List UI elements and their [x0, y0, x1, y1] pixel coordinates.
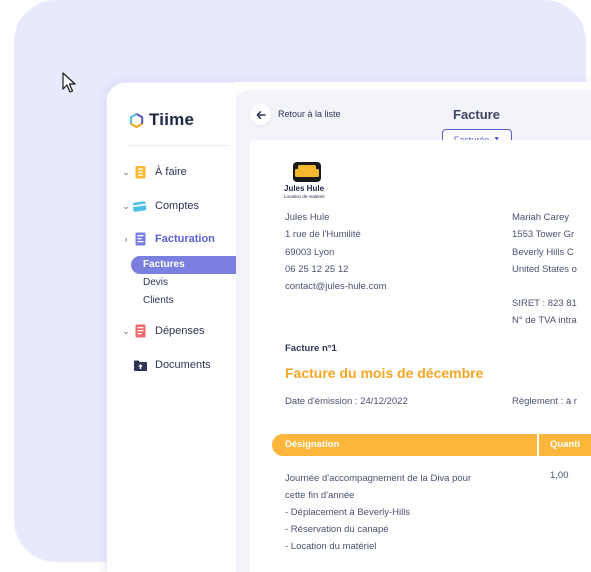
main-panel: Retour à la liste Facture Facturée ▼ Jul… — [236, 90, 591, 572]
sidebar-subitem-clients[interactable]: Clients — [131, 292, 239, 310]
table-header: Désignation Quanti — [272, 434, 591, 456]
column-header-designation: Désignation — [285, 439, 340, 450]
sidebar: Tiime ⌄ À faire ⌄ Comptes › Facturation … — [106, 82, 239, 572]
chevron-down-icon: ⌄ — [122, 325, 130, 336]
mouse-cursor-icon — [62, 72, 76, 93]
description-line: Journée d'accompagnement de la Diva pour — [285, 473, 472, 484]
app-name: Tiime — [149, 110, 195, 129]
invoice-number: Facture n°1 — [285, 343, 337, 354]
recipient-address: Mariah Carey 1553 Tower Gr Beverly Hills… — [512, 209, 577, 278]
payment-terms: Règlement : à r — [512, 396, 577, 407]
app-window: Tiime ⌄ À faire ⌄ Comptes › Facturation … — [106, 82, 591, 572]
recipient-country: United States o — [512, 263, 577, 275]
description-line: - Location du matériel — [285, 541, 377, 552]
chevron-right-icon: › — [124, 234, 128, 244]
folder-icon — [133, 358, 147, 372]
arrow-left-icon — [256, 110, 266, 119]
sidebar-item-a-faire[interactable]: ⌄ À faire — [121, 163, 187, 181]
sidebar-item-comptes[interactable]: ⌄ Comptes — [121, 197, 199, 215]
tiime-logo-icon — [129, 112, 144, 128]
recipient-street: 1553 Tower Gr — [512, 229, 575, 241]
back-link[interactable]: Retour à la liste — [278, 109, 341, 119]
sidebar-item-facturation[interactable]: › Facturation — [121, 230, 215, 248]
column-header-quantity: Quanti — [550, 439, 581, 450]
page-title: Facture — [453, 107, 500, 122]
siret: SIRET : 823 81 — [512, 298, 577, 309]
invoice-document: Jules Hule Location de matériel Jules Hu… — [250, 140, 591, 572]
vat-number: N° de TVA intra — [512, 315, 577, 327]
invoice-icon — [133, 232, 147, 246]
company-logo-tagline: Location de matériel — [284, 194, 325, 199]
sidebar-item-label: Facturation — [155, 233, 215, 245]
clipboard-icon — [133, 165, 147, 179]
sidebar-item-label: À faire — [155, 166, 187, 178]
company-logo: Jules Hule Location de matériel — [284, 162, 332, 200]
recipient-legal: SIRET : 823 81 N° de TVA intra — [512, 295, 577, 330]
card-icon — [133, 199, 147, 213]
recipient-name: Mariah Carey — [512, 212, 570, 223]
sidebar-item-documents[interactable]: Documents — [121, 356, 211, 374]
recipient-city: Beverly Hills C — [512, 246, 574, 258]
sender-city: 69003 Lyon — [285, 246, 335, 258]
sidebar-subitem-factures[interactable]: Factures — [131, 256, 239, 274]
chevron-down-icon: ⌄ — [122, 166, 130, 177]
sidebar-subitem-devis[interactable]: Devis — [131, 274, 239, 292]
sender-phone: 06 25 12 25 12 — [285, 263, 349, 275]
description-line: - Déplacement à Beverly-Hills — [285, 507, 411, 518]
description-line: - Réservation du canapé — [285, 524, 389, 535]
sender-address: Jules Hule 1 rue de l'Humilité 69003 Lyo… — [285, 209, 387, 295]
back-button[interactable] — [250, 104, 271, 125]
issue-date: Date d'émission : 24/12/2022 — [285, 396, 408, 407]
sofa-icon — [293, 162, 321, 182]
description-line: cette fin d'année — [285, 490, 355, 501]
sender-street: 1 rue de l'Humilité — [285, 229, 361, 241]
app-logo[interactable]: Tiime — [129, 110, 194, 130]
company-logo-name: Jules Hule — [284, 184, 325, 193]
sidebar-item-label: Comptes — [155, 200, 200, 212]
table-row-description: Journée d'accompagnement de la Diva pour… — [285, 470, 471, 555]
sender-name: Jules Hule — [285, 212, 330, 223]
divider — [127, 145, 229, 146]
column-divider — [537, 434, 539, 456]
sender-email: contact@jules-hule.com — [285, 281, 387, 293]
sidebar-item-label: Documents — [155, 359, 211, 371]
invoice-title: Facture du mois de décembre — [285, 365, 484, 381]
receipt-icon — [133, 324, 147, 338]
sidebar-item-depenses[interactable]: ⌄ Dépenses — [121, 322, 205, 340]
sidebar-item-label: Dépenses — [155, 325, 205, 337]
chevron-down-icon: ⌄ — [122, 200, 130, 211]
table-row-quantity: 1,00 — [550, 470, 569, 481]
